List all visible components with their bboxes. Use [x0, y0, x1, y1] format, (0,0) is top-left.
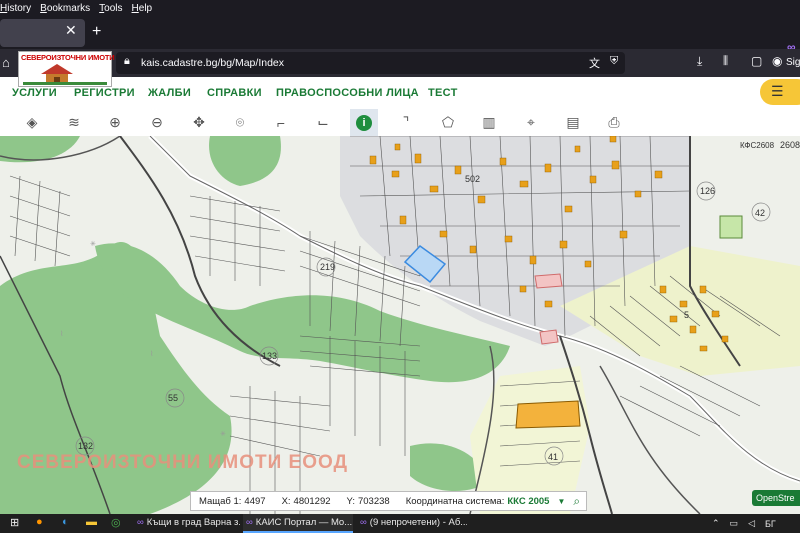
map-label: 2608	[780, 140, 800, 150]
task-label: Къщи в град Варна з...	[146, 517, 240, 528]
map-label: КФС2608	[740, 141, 775, 150]
taskbar-task-active[interactable]: ∞ КАИС Портал — Mo...	[243, 514, 353, 533]
map-label: 55	[168, 393, 178, 403]
volume-icon[interactable]: ◁	[748, 518, 755, 529]
y-value: 703238	[357, 495, 390, 507]
svg-text:✳: ✳	[220, 430, 226, 438]
map-label: 126	[700, 186, 715, 196]
download-icon[interactable]: ⤓	[697, 54, 702, 69]
osm-attribution[interactable]: OpenStre	[752, 490, 800, 506]
browser-menubar: History Bookmarks Tools Help	[0, 0, 800, 17]
location-pin-icon[interactable]: ⌾	[226, 109, 254, 136]
search-icon[interactable]: ⌕	[573, 494, 580, 509]
map-label: 219	[320, 262, 335, 272]
nav-registri[interactable]: РЕГИСТРИ	[74, 87, 135, 99]
zoom-in-icon[interactable]: ⊕	[101, 109, 129, 136]
nav-pravosposobni-lica[interactable]: ПРАВОСПОСОБНИ ЛИЦА	[276, 87, 419, 99]
layers-icon[interactable]: ≋	[60, 109, 88, 136]
lock-icon[interactable]: 🔒︎	[124, 55, 130, 68]
pan-icon[interactable]: ✥	[185, 109, 213, 136]
select-area-icon[interactable]: ⌐	[267, 109, 295, 136]
nav-test[interactable]: ТЕСТ	[428, 87, 458, 99]
browser-tabbar: ✕ + ∞	[0, 17, 800, 54]
nav-uslugi[interactable]: УСЛУГИ	[12, 87, 57, 99]
url-text[interactable]: kais.cadastre.bg/bg/Map/Index	[141, 57, 284, 69]
explorer-icon[interactable]: ▬	[86, 516, 97, 528]
tab-close-icon[interactable]: ✕	[65, 22, 77, 39]
svg-text:⌇: ⌇	[60, 330, 63, 338]
task-icon: ∞	[246, 517, 253, 528]
scale-label: Мащаб 1:	[199, 495, 242, 507]
company-logo: СЕВЕРОИЗТОЧНИ ИМОТИ	[18, 51, 115, 87]
task-icon: ∞	[360, 517, 367, 528]
task-label: (9 непрочетени) - Аб...	[369, 517, 467, 528]
menu-help[interactable]: Help	[132, 3, 153, 14]
osm-label: OpenStre	[756, 493, 795, 503]
chevron-down-icon[interactable]: ▼	[557, 497, 565, 506]
network-icon[interactable]: ▭	[730, 518, 739, 529]
deselect-area-icon[interactable]: ⌙	[309, 109, 337, 136]
zoom-out-icon[interactable]: ⊖	[143, 109, 171, 136]
map-label: 41	[548, 452, 558, 462]
task-icon: ∞	[137, 517, 144, 528]
menu-bookmarks[interactable]: Bookmarks	[40, 3, 90, 14]
svg-text:⌇: ⌇	[150, 350, 153, 358]
document-icon[interactable]: ▤	[559, 109, 587, 136]
y-label: Y:	[346, 495, 355, 507]
house-logo-icon	[23, 64, 107, 85]
translate-icon[interactable]: 文	[589, 55, 600, 71]
map-status-bar: Мащаб 1: 4497 X: 4801292 Y: 703238 Коорд…	[190, 491, 588, 511]
start-icon[interactable]: ⊞	[10, 516, 19, 529]
system-tray: ⌃ ▭ ◁ БГ	[712, 514, 776, 533]
account-label[interactable]: Sig	[786, 57, 800, 68]
coordinates-icon[interactable]: ⌖	[517, 109, 545, 136]
watermark-text: СЕВЕРОИЗТОЧНИ ИМОТИ ЕООД	[17, 452, 349, 473]
hamburger-icon[interactable]: ☰	[771, 83, 784, 100]
base-layers-icon[interactable]: ◈	[18, 109, 46, 136]
crs-select[interactable]: ККС 2005	[507, 496, 549, 507]
map-label: 133	[262, 351, 277, 361]
new-tab-icon[interactable]: +	[92, 23, 101, 41]
map-label: 132	[78, 441, 93, 451]
map-label: 5	[684, 310, 689, 320]
edge-icon[interactable]: ◐	[62, 516, 69, 528]
crs-label: Координатна система:	[405, 495, 505, 507]
language-indicator[interactable]: БГ	[765, 519, 776, 529]
chrome-icon[interactable]: ◎	[111, 516, 121, 529]
nav-zhalbi[interactable]: ЖАЛБИ	[148, 87, 191, 99]
task-label: КАИС Портал — Mo...	[255, 517, 353, 528]
nav-spravki[interactable]: СПРАВКИ	[207, 87, 262, 99]
chevron-up-icon[interactable]: ⌃	[712, 518, 720, 529]
x-value: 4801292	[293, 495, 331, 507]
firefox-icon[interactable]: ●	[36, 516, 43, 528]
x-label: X:	[281, 495, 291, 507]
taskbar-task[interactable]: ∞ Къщи в град Варна з...	[134, 514, 240, 533]
menu-tools[interactable]: Tools	[99, 3, 122, 14]
home-icon[interactable]: ⌂	[2, 55, 10, 70]
map-label: 502	[465, 174, 480, 184]
map-icon[interactable]: ▥	[475, 109, 503, 136]
account-icon[interactable]: ◉	[772, 54, 782, 68]
shield-icon[interactable]: ⛨	[610, 55, 618, 68]
map-label: 42	[755, 208, 765, 218]
measure-line-icon[interactable]: ⌝	[392, 109, 420, 136]
info-tool-button[interactable]: i	[350, 109, 378, 136]
print-icon[interactable]: ⎙	[600, 109, 628, 136]
measure-area-icon[interactable]: ⬠	[434, 109, 462, 136]
info-icon: i	[356, 114, 372, 131]
svg-text:✳: ✳	[90, 240, 96, 248]
menu-history[interactable]: History	[0, 3, 31, 14]
taskbar-task[interactable]: ∞ (9 непрочетени) - Аб...	[357, 514, 467, 533]
sync-icon[interactable]: ▢	[751, 54, 762, 68]
library-icon[interactable]: ⫼	[723, 55, 728, 68]
scale-value: 4497	[244, 495, 266, 507]
